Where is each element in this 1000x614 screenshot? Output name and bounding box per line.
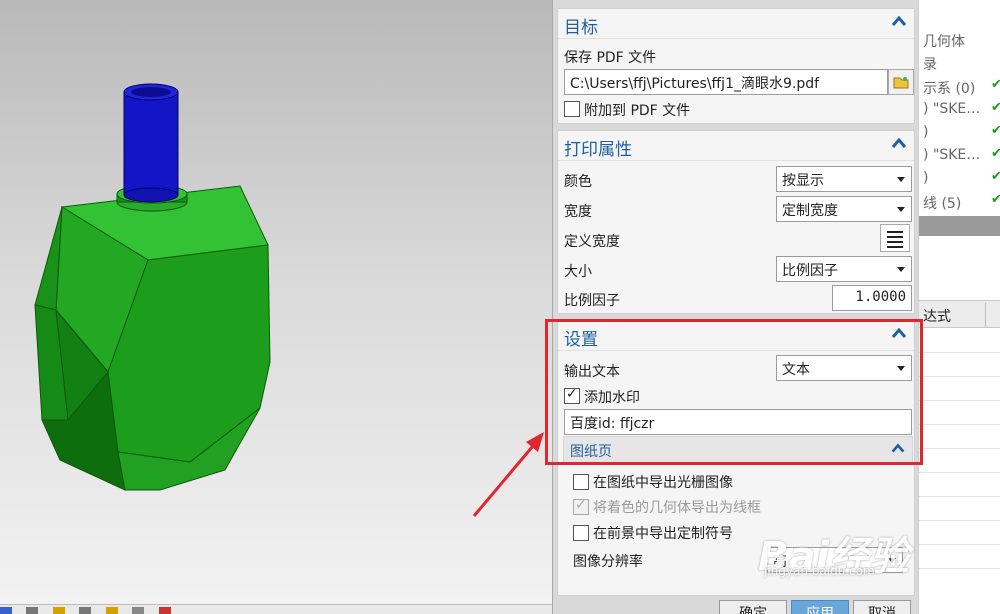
section-title: 打印属性	[564, 140, 632, 160]
tree-row[interactable]: 几何体	[919, 28, 1000, 51]
add-watermark-label: 添加水印	[584, 390, 640, 406]
checkmark-icon: ✓	[575, 497, 587, 513]
image-resolution-select[interactable]: 高	[767, 547, 903, 573]
toolbar-icon[interactable]	[52, 607, 65, 614]
output-text-select[interactable]: 文本	[776, 355, 912, 381]
export-wireframe-checkbox[interactable]: ✓	[573, 497, 589, 515]
watermark-text-field[interactable]: 百度id: ffjczr	[564, 409, 912, 435]
tree-row[interactable]: ) "SKE…✔	[919, 98, 1000, 121]
bottle-model[interactable]	[0, 0, 552, 604]
target-section: 目标 保存 PDF 文件 C:\Users\ffj\Pictures\ffj1_…	[557, 8, 915, 124]
export-raster-checkbox[interactable]	[573, 474, 589, 490]
section-title: 目标	[564, 18, 598, 38]
output-text-label: 输出文本	[564, 364, 620, 380]
chevron-down-icon	[897, 207, 905, 212]
define-width-label: 定义宽度	[564, 234, 620, 250]
size-label: 大小	[564, 264, 592, 280]
line-width-button[interactable]	[880, 224, 910, 252]
drawing-sheet-subsection-header[interactable]: 图纸页	[563, 436, 913, 464]
image-resolution-label: 图像分辨率	[573, 554, 643, 570]
collapse-icon[interactable]	[890, 13, 908, 31]
collapse-icon[interactable]	[890, 135, 908, 153]
line-width-icon	[887, 231, 903, 233]
print-properties-section: 打印属性 颜色 按显示 宽度 定制宽度 定义宽度 大小 比例因子 比例因子 1.…	[557, 130, 915, 314]
tree-row[interactable]: 示系 (0)✔	[919, 75, 1000, 98]
print-properties-header[interactable]: 打印属性	[558, 131, 914, 161]
apply-button[interactable]: 应用	[791, 600, 849, 614]
append-pdf-label: 附加到 PDF 文件	[584, 103, 691, 119]
width-select[interactable]: 定制宽度	[776, 196, 912, 222]
color-select[interactable]: 按显示	[776, 166, 912, 192]
tree-row[interactable]: ) "SKE…✔	[919, 144, 1000, 167]
tree-row[interactable]: )✔	[919, 121, 1000, 144]
color-label: 颜色	[564, 174, 592, 190]
graphics-viewport[interactable]	[0, 0, 552, 604]
export-wireframe-label: 将着色的几何体导出为线框	[593, 500, 761, 516]
size-select[interactable]: 比例因子	[776, 256, 912, 282]
chevron-down-icon	[897, 366, 905, 371]
tree-row[interactable]: 录	[919, 51, 1000, 74]
toolbar-icon[interactable]	[132, 607, 145, 614]
pdf-path-field[interactable]: C:\Users\ffj\Pictures\ffj1_滴眼水9.pdf	[564, 69, 888, 95]
settings-header[interactable]: 设置	[558, 321, 914, 351]
chevron-down-icon	[888, 558, 896, 563]
tree-row[interactable]: )✔	[919, 167, 1000, 190]
scale-factor-label: 比例因子	[564, 293, 620, 309]
toolbar-icon[interactable]	[158, 607, 171, 614]
splitter[interactable]	[919, 216, 1000, 236]
toolbar-icon[interactable]	[105, 607, 118, 614]
scale-factor-field[interactable]: 1.0000	[832, 285, 912, 311]
save-pdf-label: 保存 PDF 文件	[564, 50, 657, 66]
section-title: 设置	[564, 330, 598, 350]
checkmark-icon: ✓	[566, 386, 578, 402]
toolbar-icon[interactable]	[0, 607, 12, 614]
export-custom-symbol-checkbox[interactable]	[573, 525, 589, 541]
export-raster-label: 在图纸中导出光栅图像	[593, 475, 733, 491]
toolbar-icon[interactable]	[26, 607, 39, 614]
ok-button[interactable]: 确定	[719, 600, 787, 614]
target-section-header[interactable]: 目标	[558, 9, 914, 39]
folder-icon	[893, 77, 909, 89]
toolbar-icon[interactable]	[79, 607, 92, 614]
column-header[interactable]: 达式	[919, 300, 1000, 328]
tree-row[interactable]: 线 (5)✔	[919, 190, 1000, 213]
chevron-down-icon	[897, 267, 905, 272]
part-navigator: 几何体 录 示系 (0)✔ ) "SKE…✔ )✔ ) "SKE…✔ )✔ 线 …	[918, 0, 1000, 614]
export-custom-symbol-label: 在前景中导出定制符号	[593, 526, 733, 542]
collapse-icon[interactable]	[890, 441, 906, 457]
chevron-down-icon	[897, 177, 905, 182]
collapse-icon[interactable]	[890, 325, 908, 343]
export-pdf-dialog: 目标 保存 PDF 文件 C:\Users\ffj\Pictures\ffj1_…	[552, 0, 918, 614]
browse-folder-button[interactable]	[888, 69, 914, 95]
add-watermark-checkbox[interactable]: ✓	[564, 386, 580, 404]
append-pdf-checkbox[interactable]	[564, 101, 580, 117]
bottom-toolbar	[0, 604, 552, 614]
cancel-button[interactable]: 取消	[853, 600, 911, 614]
width-label: 宽度	[564, 204, 592, 220]
